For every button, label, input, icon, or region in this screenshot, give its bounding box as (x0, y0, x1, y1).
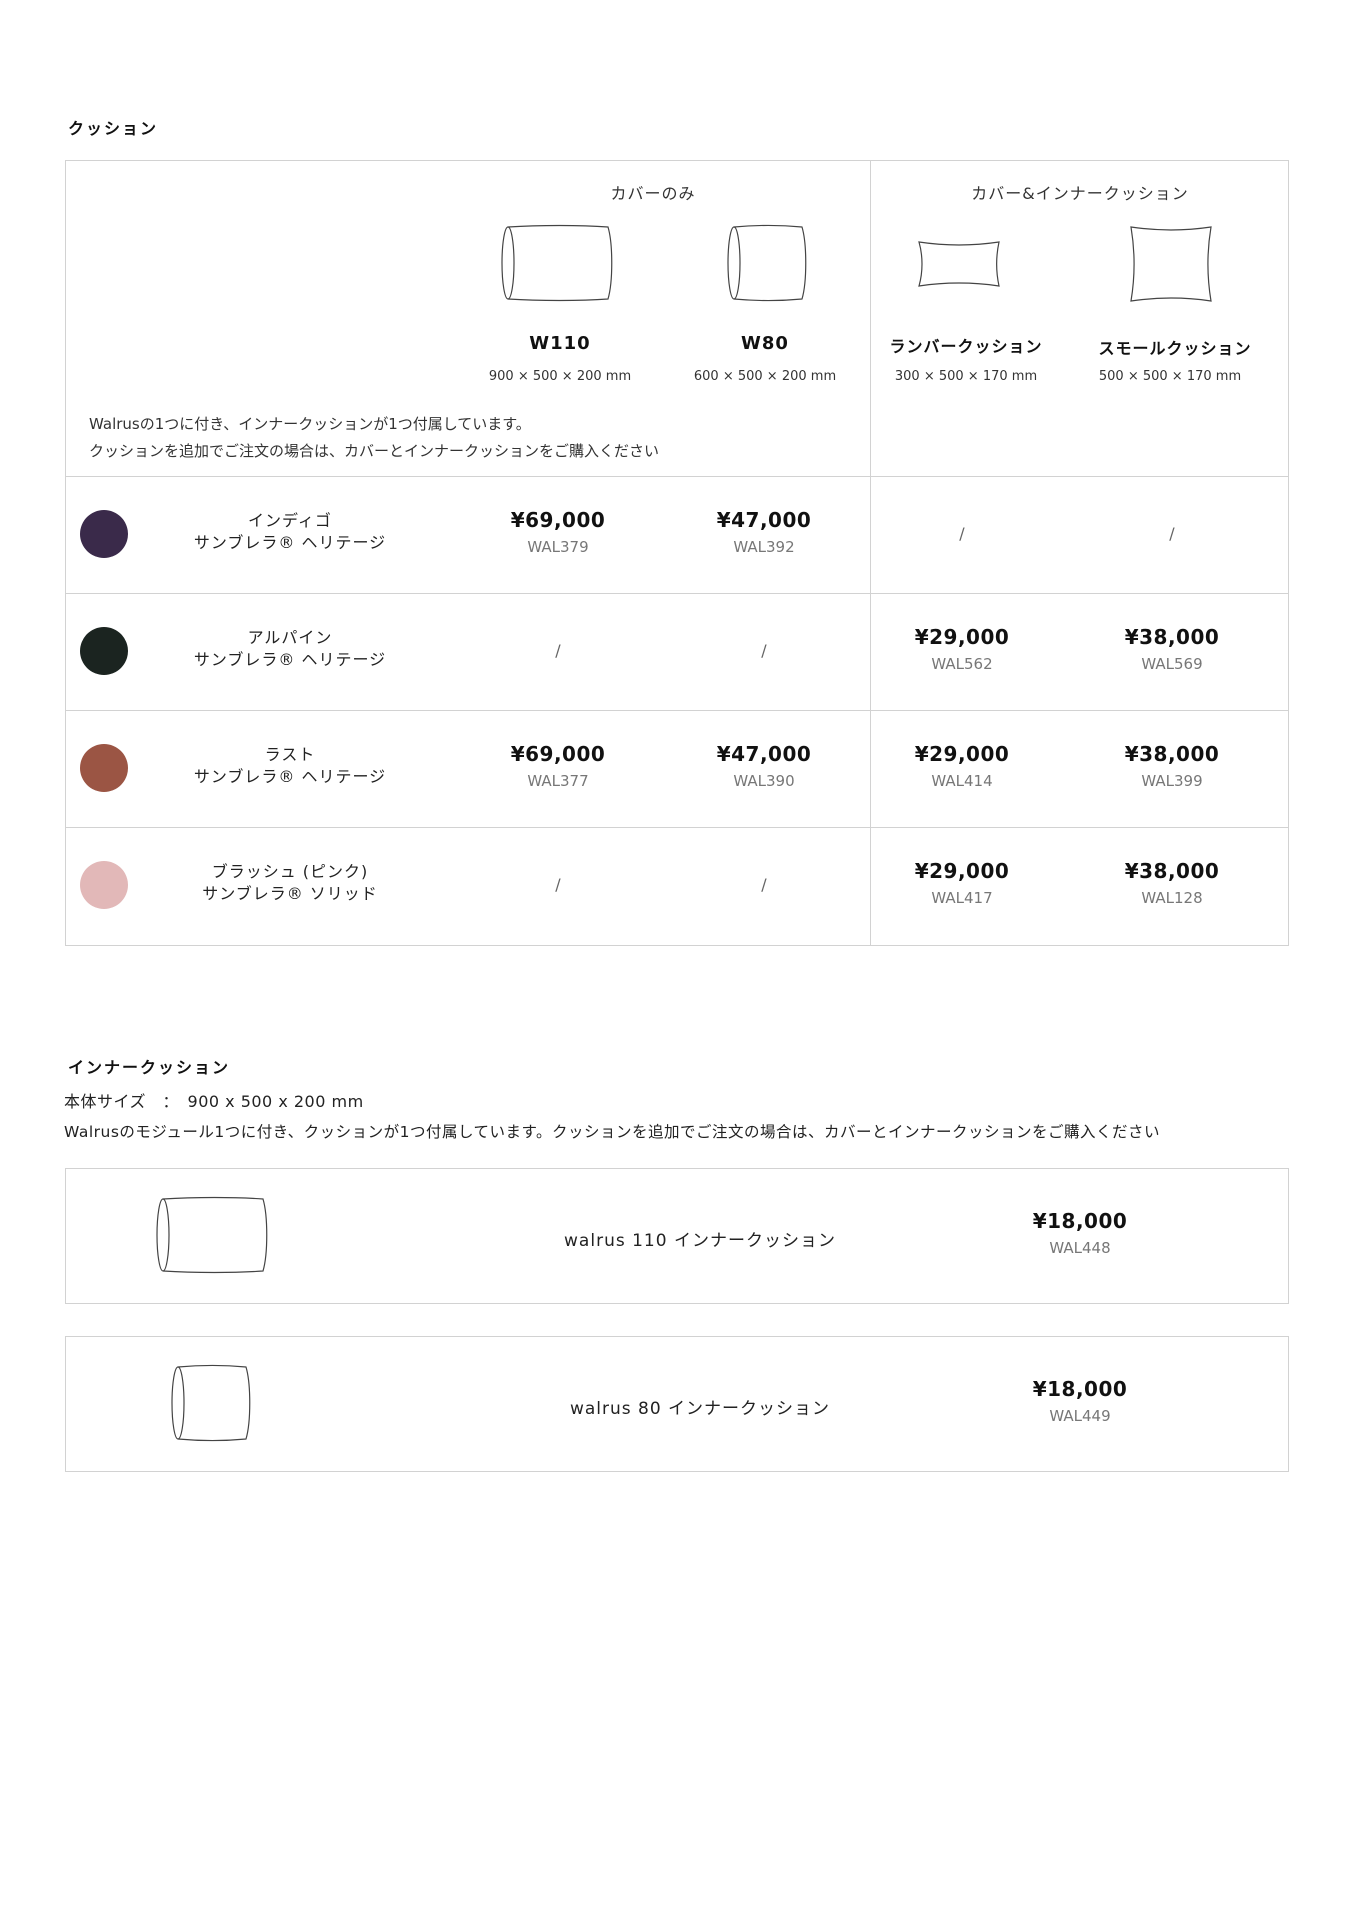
not-available-cell: / (882, 524, 1042, 543)
not-available-cell: / (1092, 524, 1252, 543)
fabric-color-name: インディゴ (248, 511, 332, 530)
price-cell: ¥69,000 WAL377 (478, 742, 638, 790)
price: ¥38,000 (1124, 742, 1220, 766)
not-available-cell: / (684, 875, 844, 894)
pillow-short-icon (170, 1364, 252, 1446)
not-available-cell: / (478, 875, 638, 894)
product-code: WAL414 (931, 772, 993, 790)
cushion-note: Walrusの1つに付き、インナークッションが1つ付属しています。 クッションを… (89, 411, 659, 465)
not-available-cell: / (684, 641, 844, 660)
price-cell: ¥47,000 WAL390 (684, 742, 844, 790)
fabric-series-name: サンブレラ® ヘリテージ (193, 650, 387, 669)
price: ¥47,000 (716, 742, 812, 766)
cushion-note-line1: Walrusの1つに付き、インナークッションが1つ付属しています。 (89, 415, 531, 433)
column-name-w80: W80 (741, 333, 789, 354)
pillow-long-icon (155, 1196, 271, 1278)
fabric-color-name: アルパイン (247, 628, 333, 647)
product-code: WAL569 (1141, 655, 1203, 673)
inner-size-text: 本体サイズ ： 900 x 500 x 200 mm (64, 1092, 364, 1111)
fabric-swatch (80, 510, 128, 558)
price-cell: ¥38,000 WAL399 (1092, 742, 1252, 790)
not-available-mark: / (1169, 524, 1175, 543)
not-available-mark: / (761, 875, 767, 894)
product-code: WAL448 (1049, 1239, 1111, 1257)
price: ¥29,000 (914, 742, 1010, 766)
column-dims-lumbar: 300 × 500 × 170 mm (894, 369, 1038, 384)
price-cell: ¥69,000 WAL379 (478, 508, 638, 556)
product-code: WAL392 (733, 538, 795, 556)
price: ¥29,000 (914, 859, 1010, 883)
not-available-mark: / (555, 641, 561, 660)
fabric-color-name: ブラッシュ (ピンク) (211, 862, 369, 881)
table-divider (65, 710, 1289, 711)
fabric-series-name: サンブレラ® ソリッド (202, 884, 378, 903)
fabric-name: アルパインサンブレラ® ヘリテージ (160, 627, 420, 671)
fabric-name: ラストサンブレラ® ヘリテージ (160, 744, 420, 788)
table-divider (65, 593, 1289, 594)
fabric-swatch (80, 627, 128, 675)
price-cell: ¥29,000 WAL562 (882, 625, 1042, 673)
not-available-mark: / (761, 641, 767, 660)
product-code: WAL377 (527, 772, 589, 790)
price: ¥47,000 (716, 508, 812, 532)
lumbar-cushion-icon (916, 238, 1002, 294)
price: ¥18,000 (1032, 1209, 1128, 1233)
column-dims-w80: 600 × 500 × 200 mm (693, 369, 837, 384)
product-code: WAL390 (733, 772, 795, 790)
price-cell: ¥47,000 WAL392 (684, 508, 844, 556)
inner-item-price-cell: ¥18,000 WAL448 (1000, 1209, 1160, 1257)
table-divider (65, 827, 1289, 828)
inner-item-name: walrus 110 インナークッション (564, 1231, 836, 1251)
inner-description: Walrusのモジュール1つに付き、クッションが1つ付属しています。クッションを… (64, 1123, 1160, 1141)
price-cell: ¥29,000 WAL414 (882, 742, 1042, 790)
price: ¥69,000 (510, 742, 606, 766)
product-code: WAL379 (527, 538, 589, 556)
cushion-section-title: クッション (68, 119, 159, 138)
price: ¥69,000 (510, 508, 606, 532)
product-code: WAL399 (1141, 772, 1203, 790)
inner-item-price-cell: ¥18,000 WAL449 (1000, 1377, 1160, 1425)
table-divider (65, 476, 1289, 477)
price: ¥18,000 (1032, 1377, 1128, 1401)
price: ¥38,000 (1124, 625, 1220, 649)
product-code: WAL449 (1049, 1407, 1111, 1425)
fabric-series-name: サンブレラ® ヘリテージ (193, 767, 387, 786)
not-available-mark: / (959, 524, 965, 543)
column-dims-small: 500 × 500 × 170 mm (1098, 369, 1242, 384)
price-cell: ¥38,000 WAL128 (1092, 859, 1252, 907)
small-cushion-icon (1128, 224, 1214, 308)
cushion-note-line2: クッションを追加でご注文の場合は、カバーとインナークッションをご購入ください (89, 442, 660, 460)
not-available-cell: / (478, 641, 638, 660)
column-name-lumbar: ランバークッション (889, 337, 1043, 356)
product-code: WAL417 (931, 889, 993, 907)
fabric-swatch (80, 744, 128, 792)
fabric-series-name: サンブレラ® ヘリテージ (193, 533, 387, 552)
product-code: WAL562 (931, 655, 993, 673)
inner-item-name: walrus 80 インナークッション (569, 1399, 831, 1419)
inner-section-title: インナークッション (68, 1058, 231, 1077)
column-name-small: スモールクッション (1098, 339, 1252, 358)
table-divider-vertical (870, 160, 871, 946)
price-cell: ¥38,000 WAL569 (1092, 625, 1252, 673)
pillow-long-icon (500, 224, 616, 306)
group-header-cover-only: カバーのみ (610, 184, 696, 203)
price-cell: ¥29,000 WAL417 (882, 859, 1042, 907)
product-code: WAL128 (1141, 889, 1203, 907)
fabric-name: インディゴサンブレラ® ヘリテージ (160, 510, 420, 554)
fabric-name: ブラッシュ (ピンク) サンブレラ® ソリッド (160, 861, 420, 905)
fabric-color-name: ラスト (264, 745, 316, 764)
price: ¥38,000 (1124, 859, 1220, 883)
fabric-swatch (80, 861, 128, 909)
group-header-cover-inner: カバー&インナークッション (971, 184, 1189, 203)
price: ¥29,000 (914, 625, 1010, 649)
pillow-short-icon (726, 224, 808, 306)
column-dims-w110: 900 × 500 × 200 mm (488, 369, 632, 384)
not-available-mark: / (555, 875, 561, 894)
column-name-w110: W110 (529, 333, 591, 354)
